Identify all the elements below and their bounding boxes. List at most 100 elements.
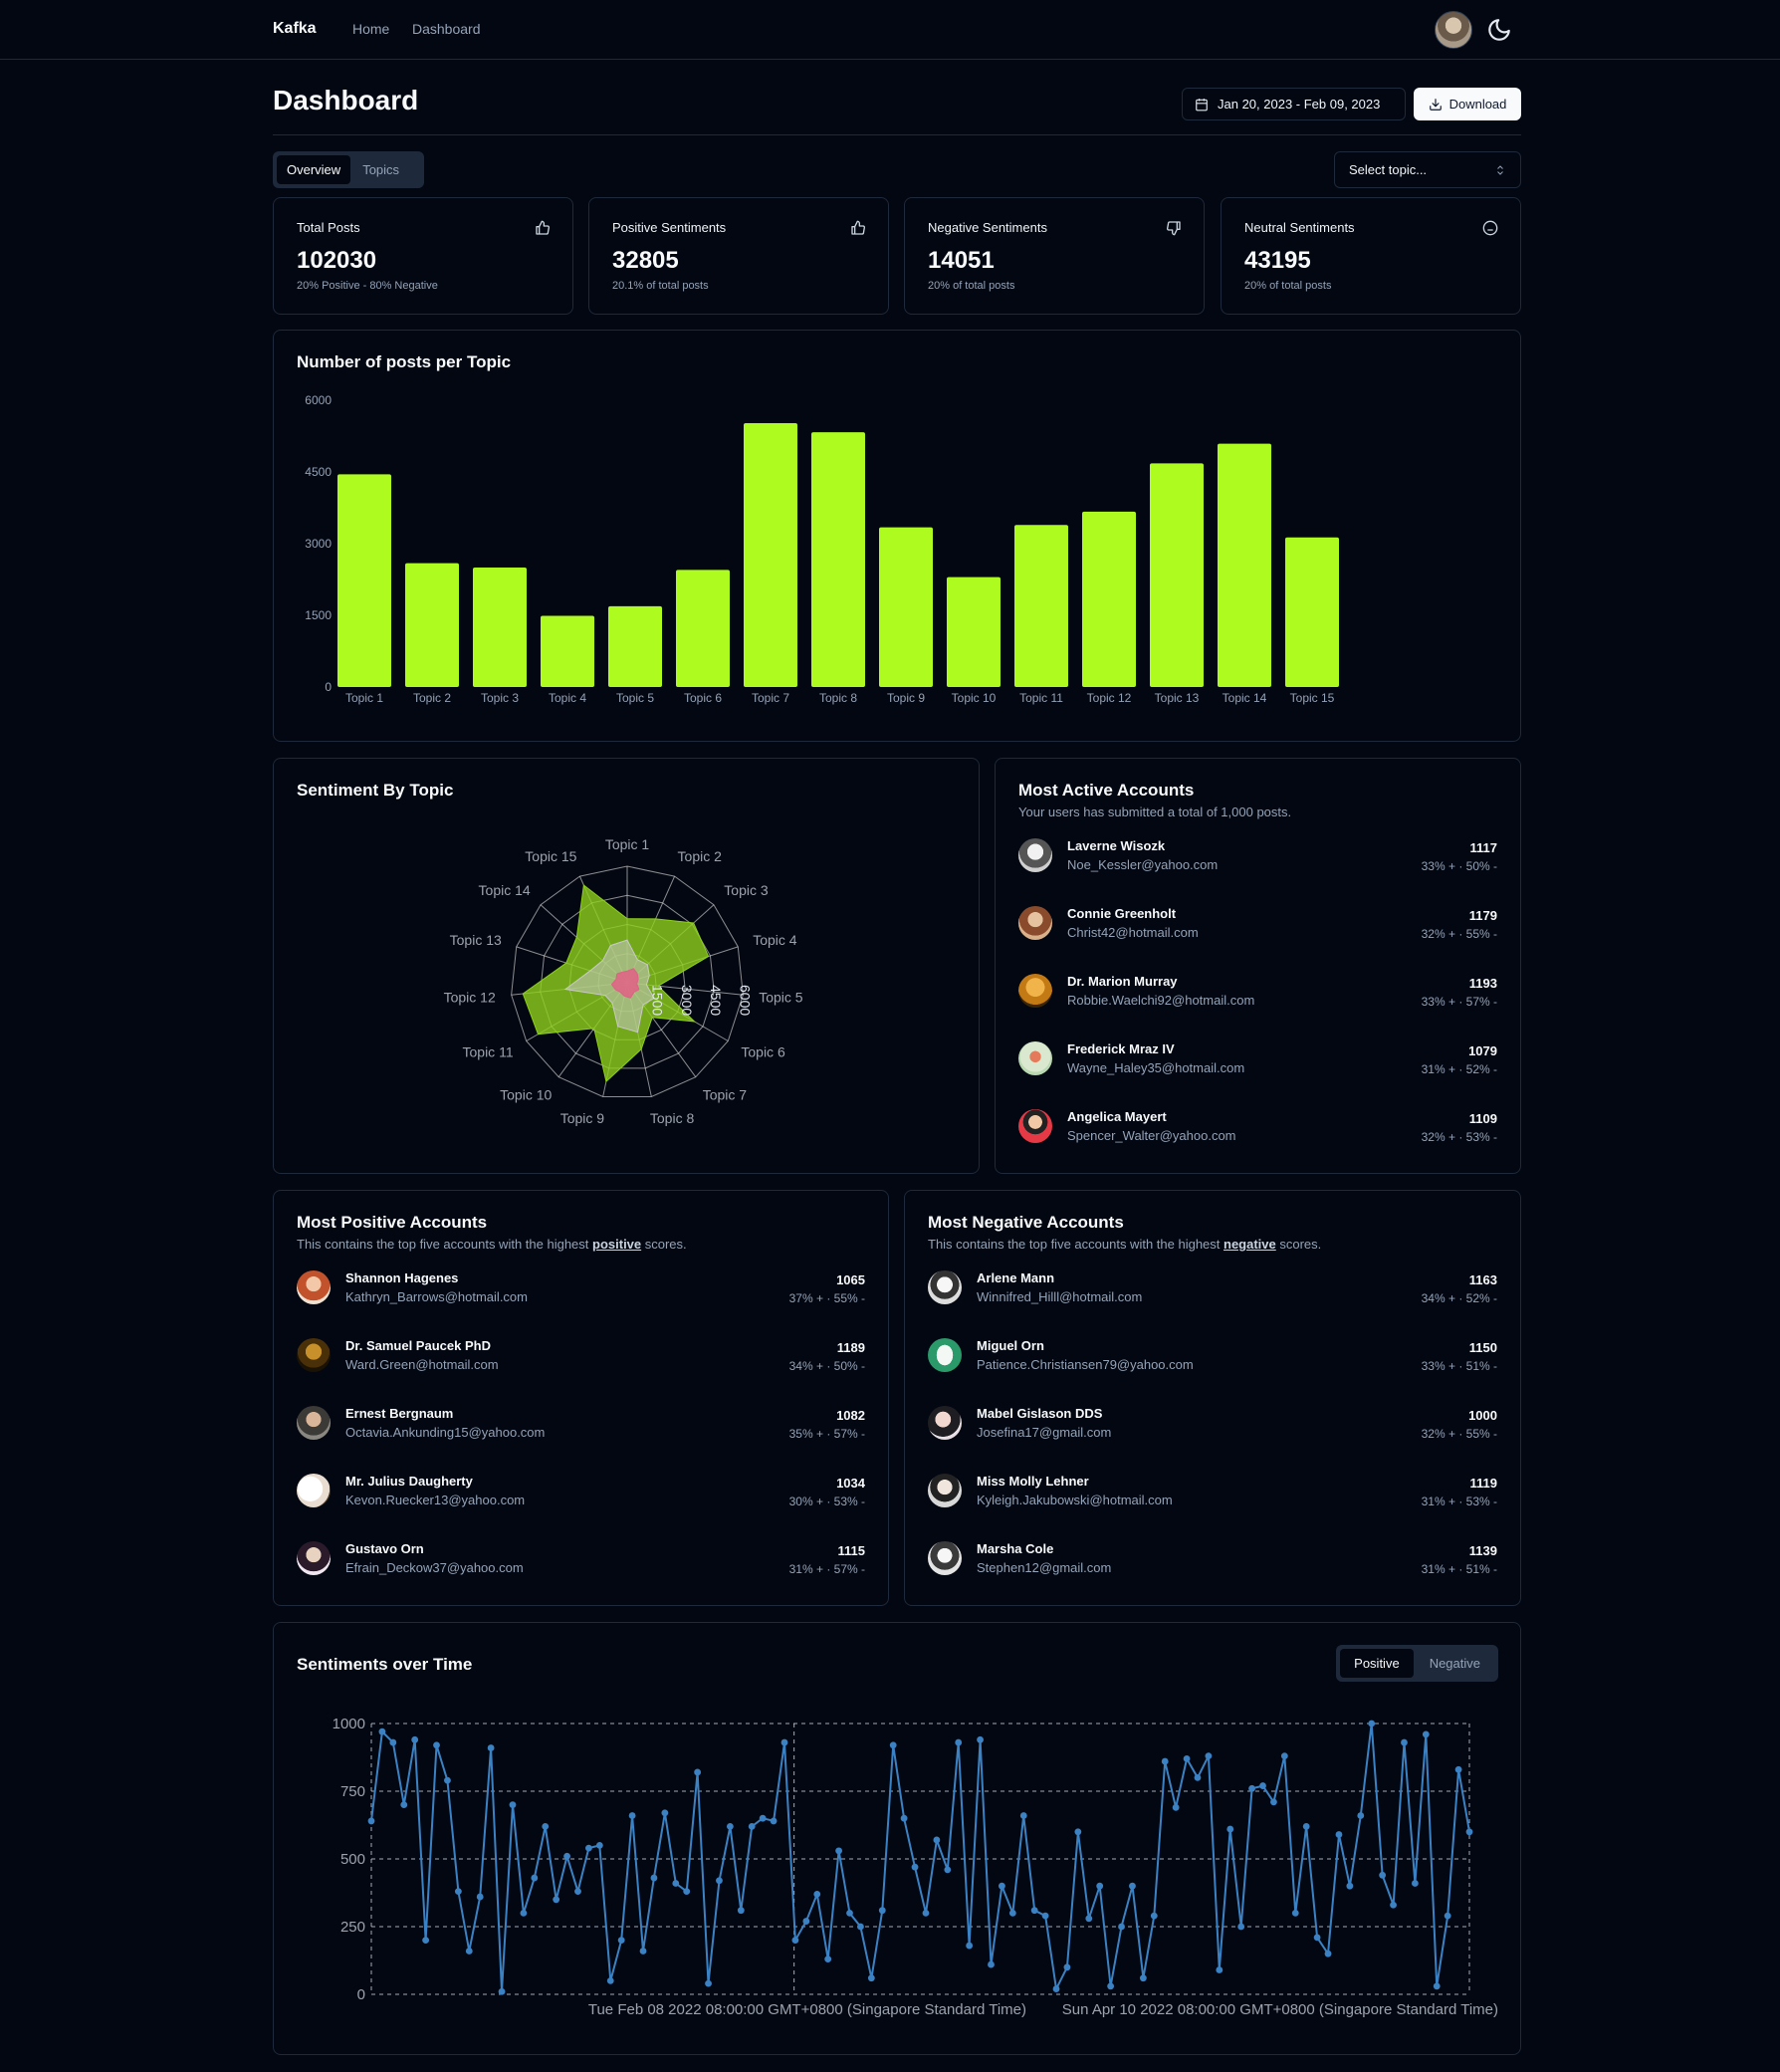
account-sentiment: 31% + · 57% - (788, 1562, 865, 1576)
account-email: Efrain_Deckow37@yahoo.com (345, 1560, 524, 1575)
y-tick-label: 4500 (305, 465, 332, 479)
account-sentiment: 31% + · 52% - (1421, 1062, 1497, 1076)
account-name: Dr. Samuel Paucek PhD (345, 1338, 491, 1353)
account-email: Ward.Green@hotmail.com (345, 1357, 499, 1372)
data-point (846, 1910, 853, 1917)
header-divider (273, 134, 1521, 135)
bar (337, 474, 391, 687)
radar-category-label: Topic 9 (560, 1110, 605, 1126)
bar (608, 605, 662, 687)
data-point (1107, 1982, 1115, 1990)
bar (1218, 443, 1271, 687)
view-tabs: Overview Topics (273, 151, 424, 188)
account-row[interactable]: Miss Molly Lehner Kyleigh.Jakubowski@hot… (928, 1474, 1497, 1541)
account-email: Spencer_Walter@yahoo.com (1067, 1128, 1236, 1143)
bar (947, 576, 1001, 687)
account-row[interactable]: Mr. Julius Daugherty Kevon.Ruecker13@yah… (297, 1474, 865, 1541)
account-count: 1179 (1468, 908, 1497, 923)
account-row[interactable]: Gustavo Orn Efrain_Deckow37@yahoo.com 11… (297, 1541, 865, 1609)
x-tick-label: Topic 12 (1087, 691, 1132, 705)
account-sentiment: 32% + · 55% - (1421, 927, 1497, 941)
account-count: 1082 (836, 1408, 865, 1423)
account-name: Shannon Hagenes (345, 1270, 459, 1285)
data-point (759, 1814, 767, 1822)
data-point (1139, 1974, 1147, 1982)
avatar (928, 1406, 962, 1440)
download-button[interactable]: Download (1414, 88, 1521, 120)
bar (676, 570, 730, 687)
data-point (1019, 1812, 1027, 1819)
stat-title: Total Posts (297, 220, 360, 235)
radar-category-label: Topic 6 (741, 1044, 785, 1060)
account-count: 1117 (1469, 840, 1498, 855)
radar-tick-label: 3000 (679, 985, 695, 1016)
date-range-picker[interactable]: Jan 20, 2023 - Feb 09, 2023 (1182, 88, 1406, 120)
y-tick-label: 3000 (305, 537, 332, 551)
data-point (1465, 1828, 1473, 1836)
data-point (1085, 1915, 1093, 1923)
posts-per-topic-card: Number of posts per Topic 0 1500 3000 4500 6… (273, 330, 1521, 742)
data-point (1194, 1774, 1202, 1781)
account-row[interactable]: Connie Greenholt Christ42@hotmail.com 11… (1018, 906, 1497, 974)
account-count: 1065 (836, 1272, 865, 1287)
sentiment-by-topic-card: Sentiment By Topic 1500 3000 4500 6000 Topic… (273, 758, 980, 1174)
account-sentiment: 34% + · 52% - (1421, 1291, 1497, 1305)
account-row[interactable]: Ernest Bergnaum Octavia.Ankunding15@yaho… (297, 1406, 865, 1474)
thumbs-up-icon (536, 220, 550, 235)
account-row[interactable]: Dr. Samuel Paucek PhD Ward.Green@hotmail… (297, 1338, 865, 1406)
account-name: Connie Greenholt (1067, 906, 1177, 921)
bar (541, 615, 594, 687)
tab-topics[interactable]: Topics (352, 155, 409, 184)
account-name: Dr. Marion Murray (1067, 974, 1178, 989)
topic-select[interactable]: Select topic... (1334, 151, 1521, 188)
account-sentiment: 33% + · 50% - (1421, 859, 1497, 873)
account-count: 1189 (836, 1340, 865, 1355)
date-range-label: Jan 20, 2023 - Feb 09, 2023 (1218, 97, 1381, 112)
brand-logo[interactable]: Kafka (273, 20, 317, 38)
radar-tick-label: 1500 (650, 985, 666, 1016)
data-point (1313, 1934, 1321, 1942)
data-point (1324, 1950, 1332, 1957)
account-row[interactable]: Arlene Mann Winnifred_Hilll@hotmail.com … (928, 1270, 1497, 1338)
nav-link-home[interactable]: Home (352, 21, 389, 37)
bar (1082, 511, 1136, 687)
account-email: Stephen12@gmail.com (977, 1560, 1112, 1575)
account-row[interactable]: Miguel Orn Patience.Christiansen79@yahoo… (928, 1338, 1497, 1406)
moon-icon[interactable] (1486, 17, 1512, 43)
radar-tick-label: 6000 (737, 985, 753, 1016)
account-row[interactable]: Laverne Wisozk Noe_Kessler@yahoo.com 111… (1018, 838, 1497, 906)
account-row[interactable]: Frederick Mraz IV Wayne_Haley35@hotmail.… (1018, 1041, 1497, 1109)
data-point (1302, 1822, 1310, 1830)
tab-overview[interactable]: Overview (277, 155, 351, 184)
radar-category-label: Topic 14 (479, 882, 531, 898)
account-name: Ernest Bergnaum (345, 1406, 454, 1421)
data-point (574, 1888, 581, 1896)
data-point (922, 1910, 930, 1917)
bar (1285, 537, 1339, 687)
account-row[interactable]: Mabel Gislason DDS Josefina17@gmail.com … (928, 1406, 1497, 1474)
avatar (928, 1541, 962, 1575)
stat-value: 43195 (1244, 247, 1311, 274)
data-point (422, 1937, 430, 1944)
data-point (1150, 1912, 1158, 1920)
data-point (378, 1727, 386, 1735)
data-point (748, 1822, 756, 1830)
calendar-icon (1196, 98, 1208, 111)
account-row[interactable]: Dr. Marion Murray Robbie.Waelchi92@hotma… (1018, 974, 1497, 1041)
account-row[interactable]: Marsha Cole Stephen12@gmail.com 1139 31%… (928, 1541, 1497, 1609)
account-count: 1150 (1468, 1340, 1497, 1355)
x-tick-label: Topic 15 (1290, 691, 1335, 705)
desc-text: This contains the top five accounts with… (297, 1237, 593, 1252)
stat-sub: 20.1% of total posts (612, 280, 709, 292)
nav-link-dashboard[interactable]: Dashboard (412, 21, 481, 37)
account-email: Noe_Kessler@yahoo.com (1067, 857, 1219, 872)
account-row[interactable]: Shannon Hagenes Kathryn_Barrows@hotmail.… (297, 1270, 865, 1338)
account-name: Miguel Orn (977, 1338, 1044, 1353)
thumbs-down-icon (1167, 221, 1181, 236)
user-avatar[interactable] (1435, 11, 1472, 49)
most-positive-accounts-card: Most Positive Accounts This contains the… (273, 1190, 889, 1606)
data-point (509, 1801, 517, 1808)
avatar (928, 1270, 962, 1304)
x-tick-label: Tue Feb 08 2022 08:00:00 GMT+0800 (Singa… (588, 2001, 1026, 2018)
account-row[interactable]: Angelica Mayert Spencer_Walter@yahoo.com… (1018, 1109, 1497, 1177)
